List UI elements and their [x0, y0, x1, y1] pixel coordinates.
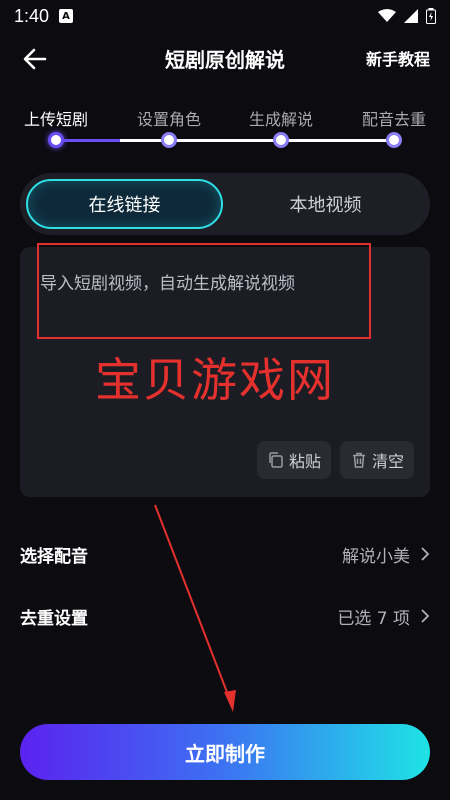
step-label-roles: 设置角色: [136, 110, 202, 129]
dedup-setting-label: 去重设置: [20, 608, 88, 629]
chevron-right-icon: [421, 609, 430, 623]
copy-icon: [269, 452, 283, 468]
clear-label: 清空: [372, 452, 405, 471]
wifi-icon: [378, 9, 396, 22]
tab-local-video[interactable]: 本地视频: [227, 179, 424, 229]
status-time: 1:40: [14, 5, 50, 26]
voice-setting-value: 解说小美: [342, 546, 410, 567]
signal-icon: [404, 9, 418, 23]
step-dot-narration: [273, 132, 289, 148]
voice-setting-label: 选择配音: [20, 546, 88, 567]
step-dot-roles: [161, 132, 177, 148]
status-bar: 1:40 A: [0, 0, 450, 32]
dedup-setting-value: 已选 7 项: [337, 608, 410, 629]
paste-label: 粘贴: [289, 452, 322, 471]
step-label-dubbing: 配音去重: [361, 110, 427, 129]
back-arrow-icon[interactable]: [20, 44, 50, 74]
page-title: 短剧原创解说: [165, 47, 285, 72]
voice-setting-row[interactable]: 选择配音 解说小美: [20, 534, 430, 574]
source-tab-switch: 在线链接 本地视频: [20, 173, 430, 235]
annotation-highlight-box: [37, 243, 371, 339]
battery-icon: [426, 8, 436, 24]
step-line-done: [56, 139, 120, 142]
tab-online-link[interactable]: 在线链接: [26, 179, 223, 229]
step-dot-dubbing: [386, 132, 402, 148]
step-label-upload: 上传短剧: [23, 110, 89, 129]
step-dot-upload: [48, 132, 64, 148]
chevron-right-icon: [421, 547, 430, 561]
tutorial-link[interactable]: 新手教程: [366, 46, 430, 70]
dedup-setting-row[interactable]: 去重设置 已选 7 项: [20, 596, 430, 636]
notification-icon: A: [59, 9, 74, 23]
clear-button[interactable]: 清空: [340, 441, 415, 479]
header: 短剧原创解说 新手教程: [0, 36, 450, 80]
watermark-text: 宝贝游戏网: [95, 353, 335, 407]
step-label-narration: 生成解说: [248, 110, 314, 129]
make-now-button[interactable]: 立即制作: [20, 724, 430, 780]
trash-icon: [353, 452, 365, 468]
status-icons: [378, 8, 436, 24]
paste-button[interactable]: 粘贴: [257, 441, 332, 479]
